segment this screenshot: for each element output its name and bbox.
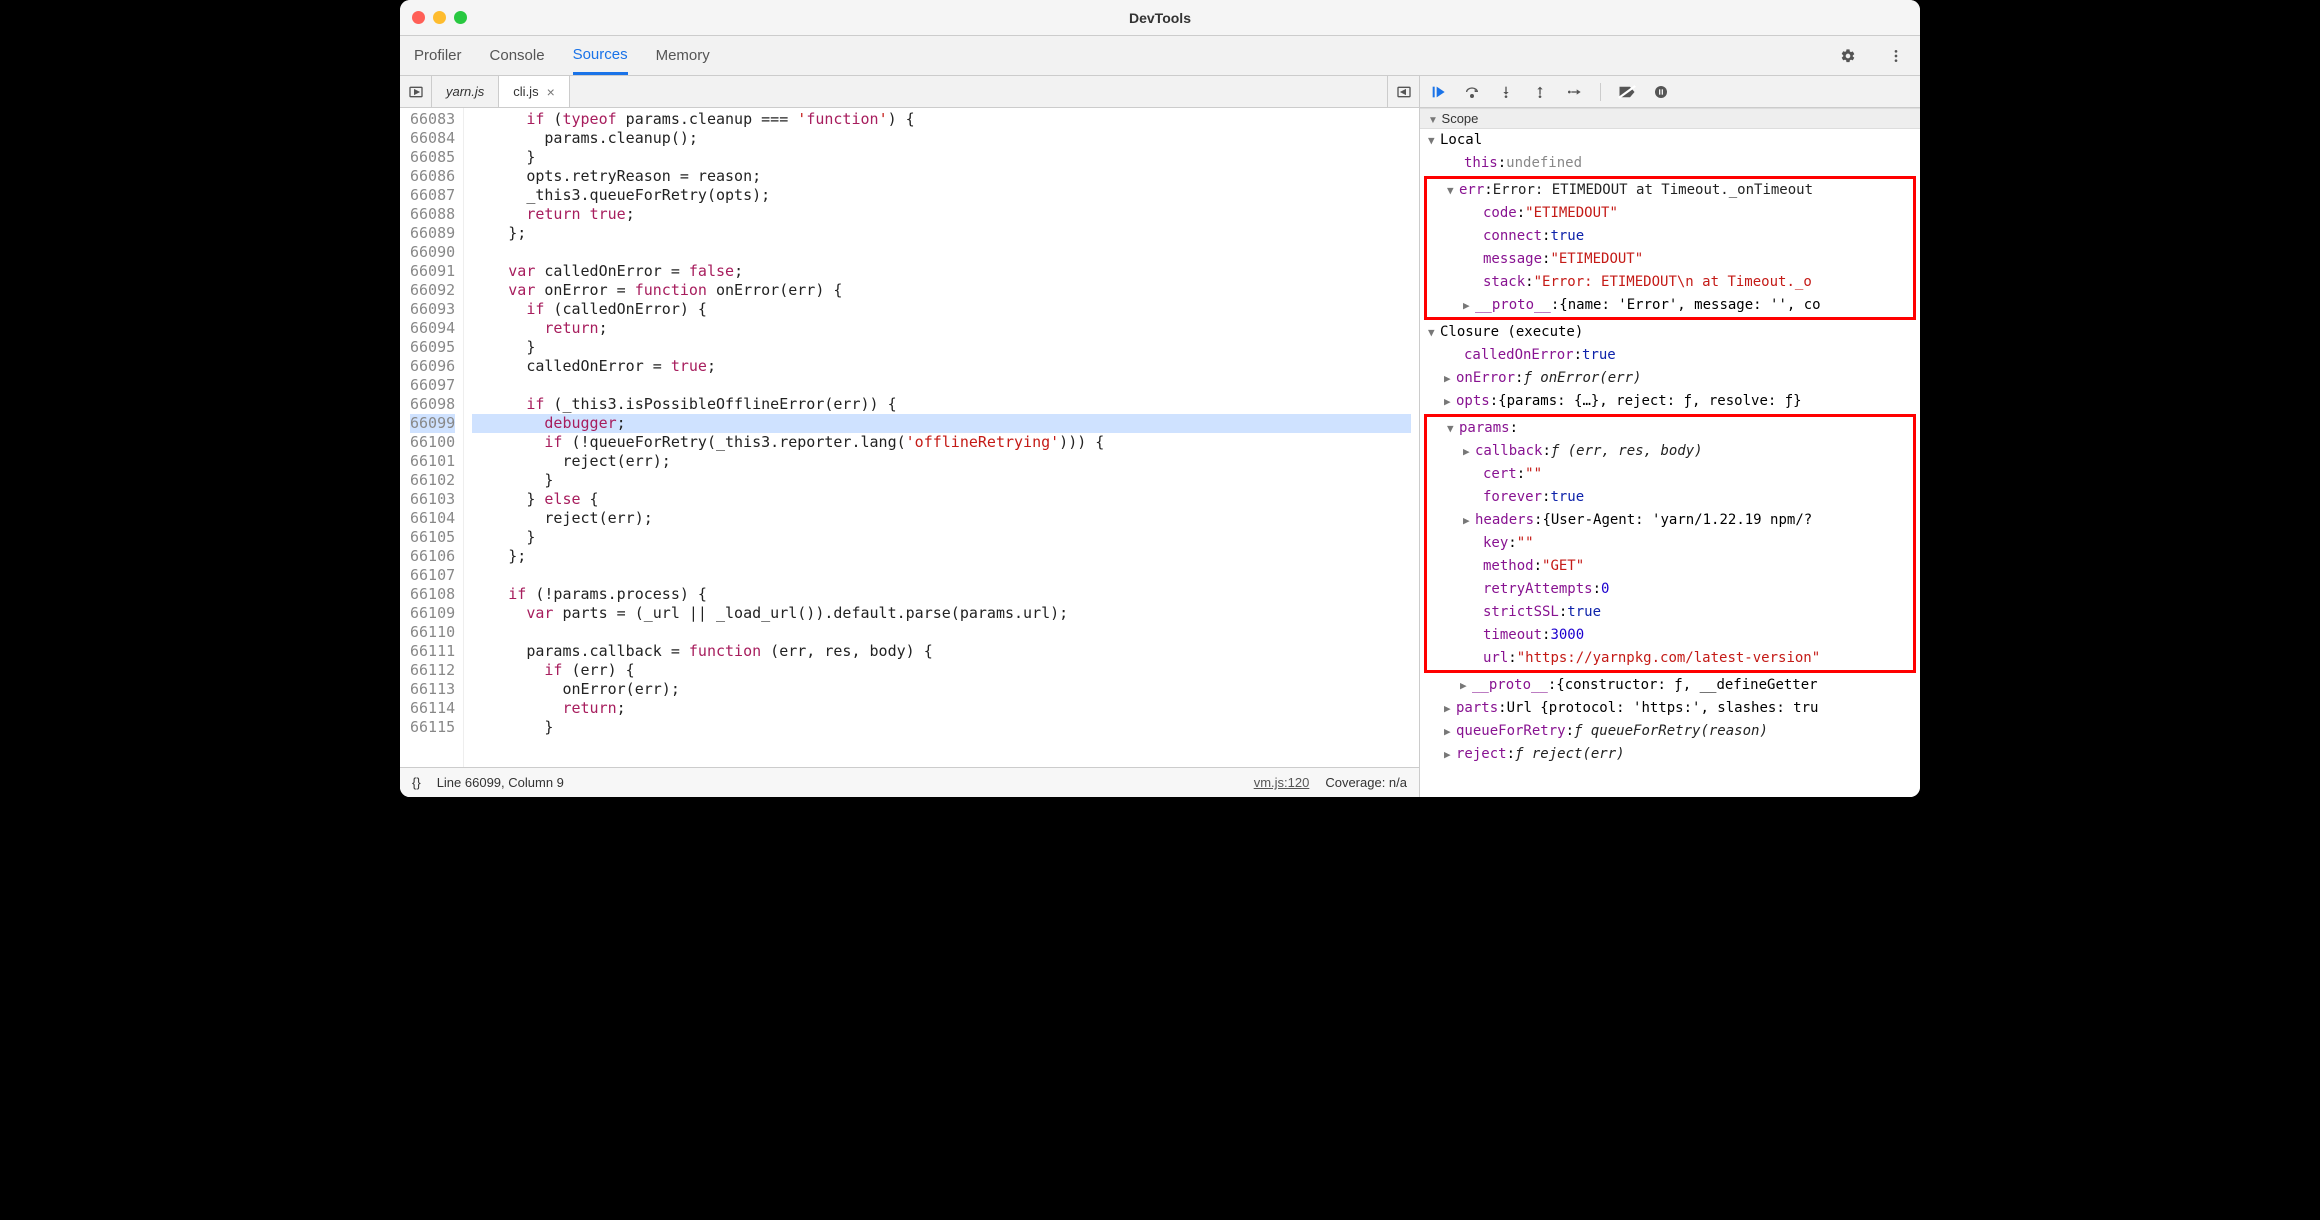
scope-params-strictssl[interactable]: strictSSL: true <box>1427 601 1913 624</box>
file-tab-label: cli.js <box>513 84 538 99</box>
cursor-position: Line 66099, Column 9 <box>437 775 564 790</box>
scope-params-url[interactable]: url: "https://yarnpkg.com/latest-version… <box>1427 647 1913 670</box>
debugger-pane: ▼ Scope ▼Local this: undefined ▼err: Err… <box>1420 76 1920 797</box>
scope-params-key[interactable]: key: "" <box>1427 532 1913 555</box>
code-editor[interactable]: 6608366084660856608666087660886608966090… <box>400 108 1419 767</box>
pause-exceptions-icon[interactable] <box>1651 82 1671 102</box>
source-pane: yarn.js cli.js × 66083660846608566086660… <box>400 76 1420 797</box>
vm-link[interactable]: vm.js:120 <box>1254 775 1310 790</box>
title-bar: DevTools <box>400 0 1920 36</box>
editor-statusbar: {} Line 66099, Column 9 vm.js:120 Covera… <box>400 767 1419 797</box>
snippets-toggle-icon[interactable] <box>1387 76 1419 107</box>
debug-toolbar <box>1420 76 1920 108</box>
scope-err-message[interactable]: message: "ETIMEDOUT" <box>1427 248 1913 271</box>
scope-params-headers[interactable]: ▶headers: {User-Agent: 'yarn/1.22.19 npm… <box>1427 509 1913 532</box>
scope-params-method[interactable]: method: "GET" <box>1427 555 1913 578</box>
scope-params-retryattempts[interactable]: retryAttempts: 0 <box>1427 578 1913 601</box>
window-controls <box>412 11 467 24</box>
scope-params-forever[interactable]: forever: true <box>1427 486 1913 509</box>
close-icon[interactable]: × <box>547 84 555 100</box>
scope-err-stack[interactable]: stack: "Error: ETIMEDOUT\n at Timeout._o <box>1427 271 1913 294</box>
minimize-window-button[interactable] <box>433 11 446 24</box>
scope-section-header[interactable]: ▼ Scope <box>1420 108 1920 129</box>
step-into-icon[interactable] <box>1496 82 1516 102</box>
window-title: DevTools <box>400 10 1920 26</box>
scope-reject[interactable]: ▶reject: ƒ reject(err) <box>1424 743 1916 766</box>
settings-icon[interactable] <box>1838 46 1858 66</box>
scope-calledonerror[interactable]: calledOnError: true <box>1424 344 1916 367</box>
maximize-window-button[interactable] <box>454 11 467 24</box>
scope-params-timeout[interactable]: timeout: 3000 <box>1427 624 1913 647</box>
scope-tree[interactable]: ▼Local this: undefined ▼err: Error: ETIM… <box>1420 129 1920 797</box>
scope-parts[interactable]: ▶parts: Url {protocol: 'https:', slashes… <box>1424 697 1916 720</box>
resume-icon[interactable] <box>1428 82 1448 102</box>
line-gutter: 6608366084660856608666087660886608966090… <box>400 108 464 767</box>
scope-params[interactable]: ▼params: <box>1427 417 1913 440</box>
scope-local[interactable]: ▼Local <box>1424 129 1916 152</box>
scope-err-connect[interactable]: connect: true <box>1427 225 1913 248</box>
step-icon[interactable] <box>1564 82 1584 102</box>
step-out-icon[interactable] <box>1530 82 1550 102</box>
panes: yarn.js cli.js × 66083660846608566086660… <box>400 76 1920 797</box>
file-tab-yarn[interactable]: yarn.js <box>432 76 499 107</box>
main-tabs: Profiler Console Sources Memory <box>400 36 1920 76</box>
scope-params-cert[interactable]: cert: "" <box>1427 463 1913 486</box>
scope-proto2[interactable]: ▶__proto__: {constructor: ƒ, __defineGet… <box>1424 674 1916 697</box>
tab-profiler[interactable]: Profiler <box>414 36 462 75</box>
tab-memory[interactable]: Memory <box>656 36 710 75</box>
code-content: if (typeof params.cleanup === 'function'… <box>464 108 1419 767</box>
step-over-icon[interactable] <box>1462 82 1482 102</box>
file-tabs: yarn.js cli.js × <box>400 76 1419 108</box>
deactivate-breakpoints-icon[interactable] <box>1617 82 1637 102</box>
scope-this[interactable]: this: undefined <box>1424 152 1916 175</box>
scope-err-code[interactable]: code: "ETIMEDOUT" <box>1427 202 1913 225</box>
highlight-params-box: ▼params: ▶callback: ƒ (err, res, body) c… <box>1424 414 1916 673</box>
scope-closure[interactable]: ▼Closure (execute) <box>1424 321 1916 344</box>
highlight-err-box: ▼err: Error: ETIMEDOUT at Timeout._onTim… <box>1424 176 1916 320</box>
scope-params-callback[interactable]: ▶callback: ƒ (err, res, body) <box>1427 440 1913 463</box>
scope-opts[interactable]: ▶opts: {params: {…}, reject: ƒ, resolve:… <box>1424 390 1916 413</box>
tab-console[interactable]: Console <box>490 36 545 75</box>
file-tab-cli[interactable]: cli.js × <box>499 76 569 107</box>
scope-err-proto[interactable]: ▶__proto__: {name: 'Error', message: '',… <box>1427 294 1913 317</box>
devtools-window: DevTools Profiler Console Sources Memory… <box>400 0 1920 797</box>
close-window-button[interactable] <box>412 11 425 24</box>
scope-err[interactable]: ▼err: Error: ETIMEDOUT at Timeout._onTim… <box>1427 179 1913 202</box>
navigator-toggle-icon[interactable] <box>400 76 432 107</box>
tab-sources[interactable]: Sources <box>573 36 628 75</box>
scope-onerror[interactable]: ▶onError: ƒ onError(err) <box>1424 367 1916 390</box>
file-tab-label: yarn.js <box>446 84 484 99</box>
coverage-status: Coverage: n/a <box>1325 775 1407 790</box>
more-icon[interactable] <box>1886 46 1906 66</box>
brackets-icon[interactable]: {} <box>412 775 421 790</box>
scope-queueforretry[interactable]: ▶queueForRetry: ƒ queueForRetry(reason) <box>1424 720 1916 743</box>
